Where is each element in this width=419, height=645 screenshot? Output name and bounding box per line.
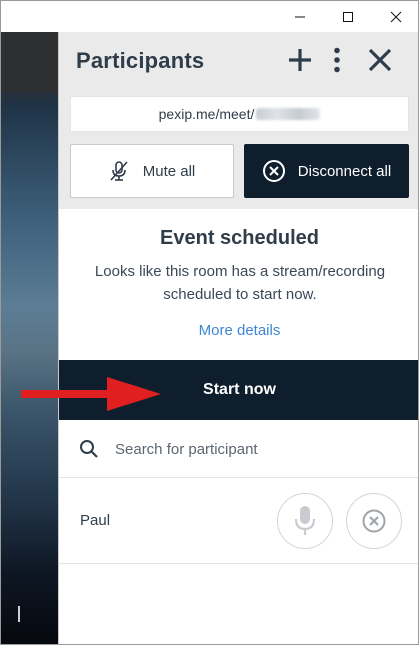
vertical-dots-icon[interactable] [327,44,347,76]
participants-panel: Participants pexip.me/meet/ Mute all Dis… [58,32,418,644]
disconnect-all-button[interactable]: Disconnect all [244,144,409,198]
microphone-icon [294,506,316,535]
close-icon[interactable] [364,44,396,76]
meeting-url-text: pexip.me/meet/ [158,106,255,122]
disconnect-circle-x-icon [362,509,386,533]
maximize-icon[interactable] [325,1,371,32]
plus-icon[interactable] [285,44,315,76]
search-icon [80,440,98,458]
mute-all-button[interactable]: Mute all [70,144,234,198]
disconnect-circle-x-icon [262,160,285,182]
participant-row[interactable]: Paul [59,478,418,564]
window-close-icon[interactable] [373,1,418,32]
more-details-link[interactable]: More details [59,322,418,339]
video-top-shade [1,32,58,92]
panel-title: Participants [76,48,205,73]
mute-all-label: Mute all [142,162,196,180]
event-description: Looks like this room has a stream/record… [94,263,386,303]
muted-mic-icon [110,161,128,181]
disconnect-all-label: Disconnect all [297,162,392,180]
app-window: Participants pexip.me/meet/ Mute all Dis… [0,0,419,645]
panel-header: Participants pexip.me/meet/ Mute all Dis… [59,32,418,209]
participant-disconnect-button[interactable] [346,493,402,549]
redacted-meeting-id [256,108,321,120]
meeting-url-field[interactable]: pexip.me/meet/ [70,96,409,132]
window-titlebar [1,1,418,32]
minimize-icon[interactable] [277,1,323,32]
video-marker [18,606,20,622]
participant-search [59,420,418,478]
annotation-arrow-icon [21,377,161,411]
participant-name: Paul [80,512,111,529]
event-title: Event scheduled [160,227,319,249]
video-stage [1,32,58,644]
search-input[interactable] [115,434,405,464]
participant-mute-button[interactable] [277,493,333,549]
